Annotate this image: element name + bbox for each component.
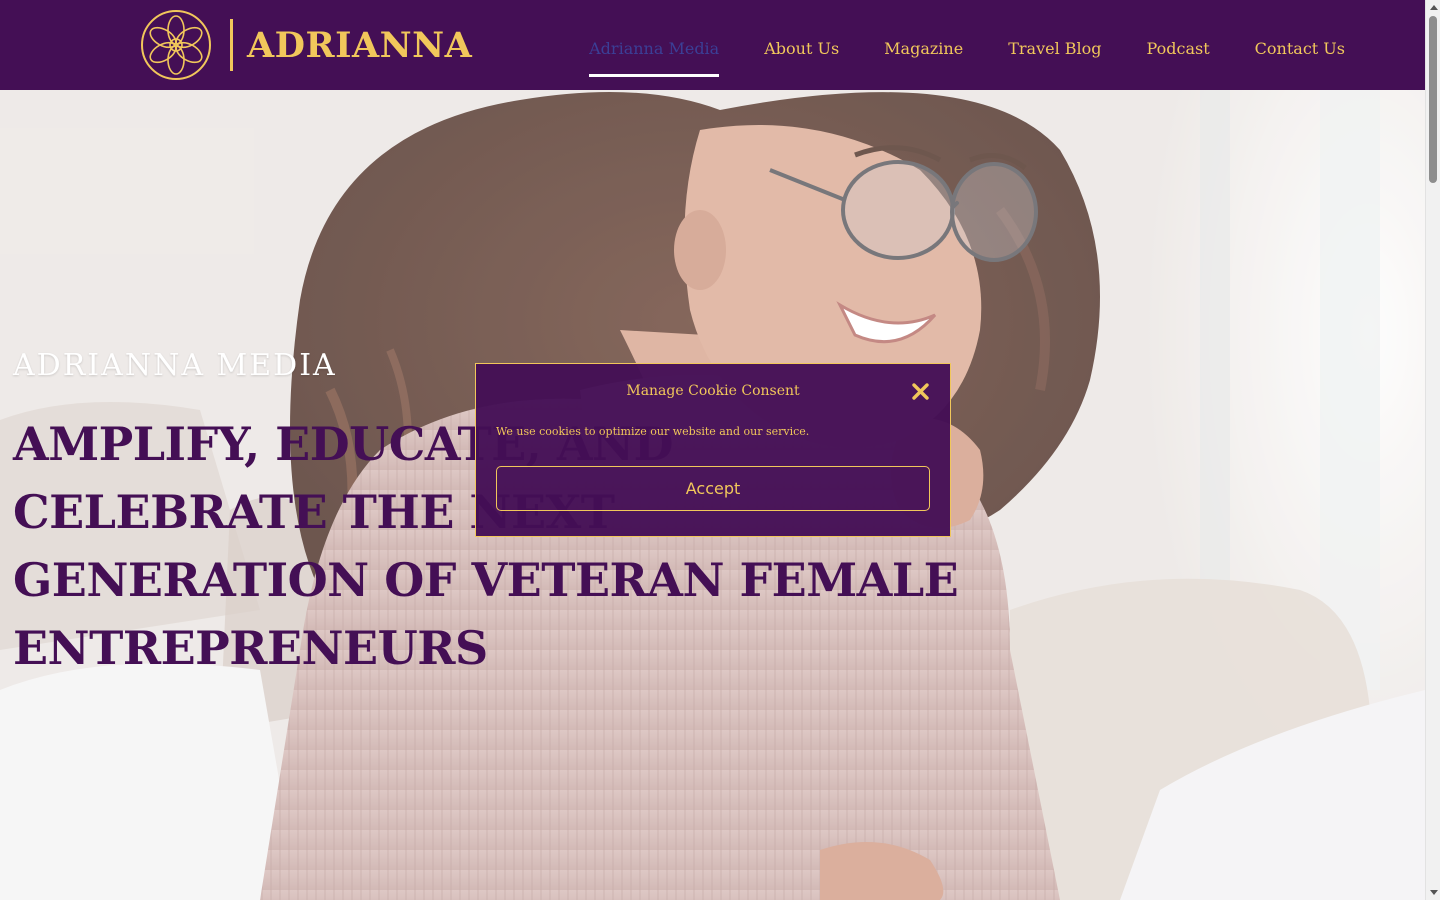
nav-item-podcast[interactable]: Podcast	[1147, 39, 1210, 58]
nav-item-magazine[interactable]: Magazine	[884, 39, 963, 58]
page: ADRIANNA Adrianna Media About Us Magazin…	[0, 0, 1440, 900]
logo-divider	[230, 19, 233, 71]
vertical-scrollbar[interactable]	[1425, 0, 1440, 900]
floral-knot-icon	[141, 10, 211, 80]
scroll-down-arrow-icon[interactable]	[1430, 890, 1438, 895]
scroll-up-arrow-icon[interactable]	[1430, 5, 1438, 10]
nav-item-adrianna-media[interactable]: Adrianna Media	[589, 39, 720, 77]
brand-logo[interactable]: ADRIANNA	[140, 9, 472, 81]
main-nav: Adrianna Media About Us Magazine Travel …	[589, 39, 1345, 77]
cookie-dialog-text: We use cookies to optimize our website a…	[496, 425, 810, 438]
brand-name: ADRIANNA	[247, 24, 473, 66]
accept-cookies-button[interactable]: Accept	[496, 466, 930, 511]
cookie-dialog-title: Manage Cookie Consent	[626, 383, 800, 399]
nav-item-contact-us[interactable]: Contact Us	[1255, 39, 1345, 58]
cookie-consent-dialog: Manage Cookie Consent We use cookies to …	[475, 363, 951, 537]
hero-eyebrow: ADRIANNA MEDIA	[13, 348, 337, 383]
site-header: ADRIANNA Adrianna Media About Us Magazin…	[0, 0, 1425, 90]
scroll-thumb[interactable]	[1429, 16, 1437, 183]
nav-item-travel-blog[interactable]: Travel Blog	[1008, 39, 1101, 58]
close-icon[interactable]	[912, 383, 929, 400]
nav-item-about-us[interactable]: About Us	[764, 39, 839, 58]
